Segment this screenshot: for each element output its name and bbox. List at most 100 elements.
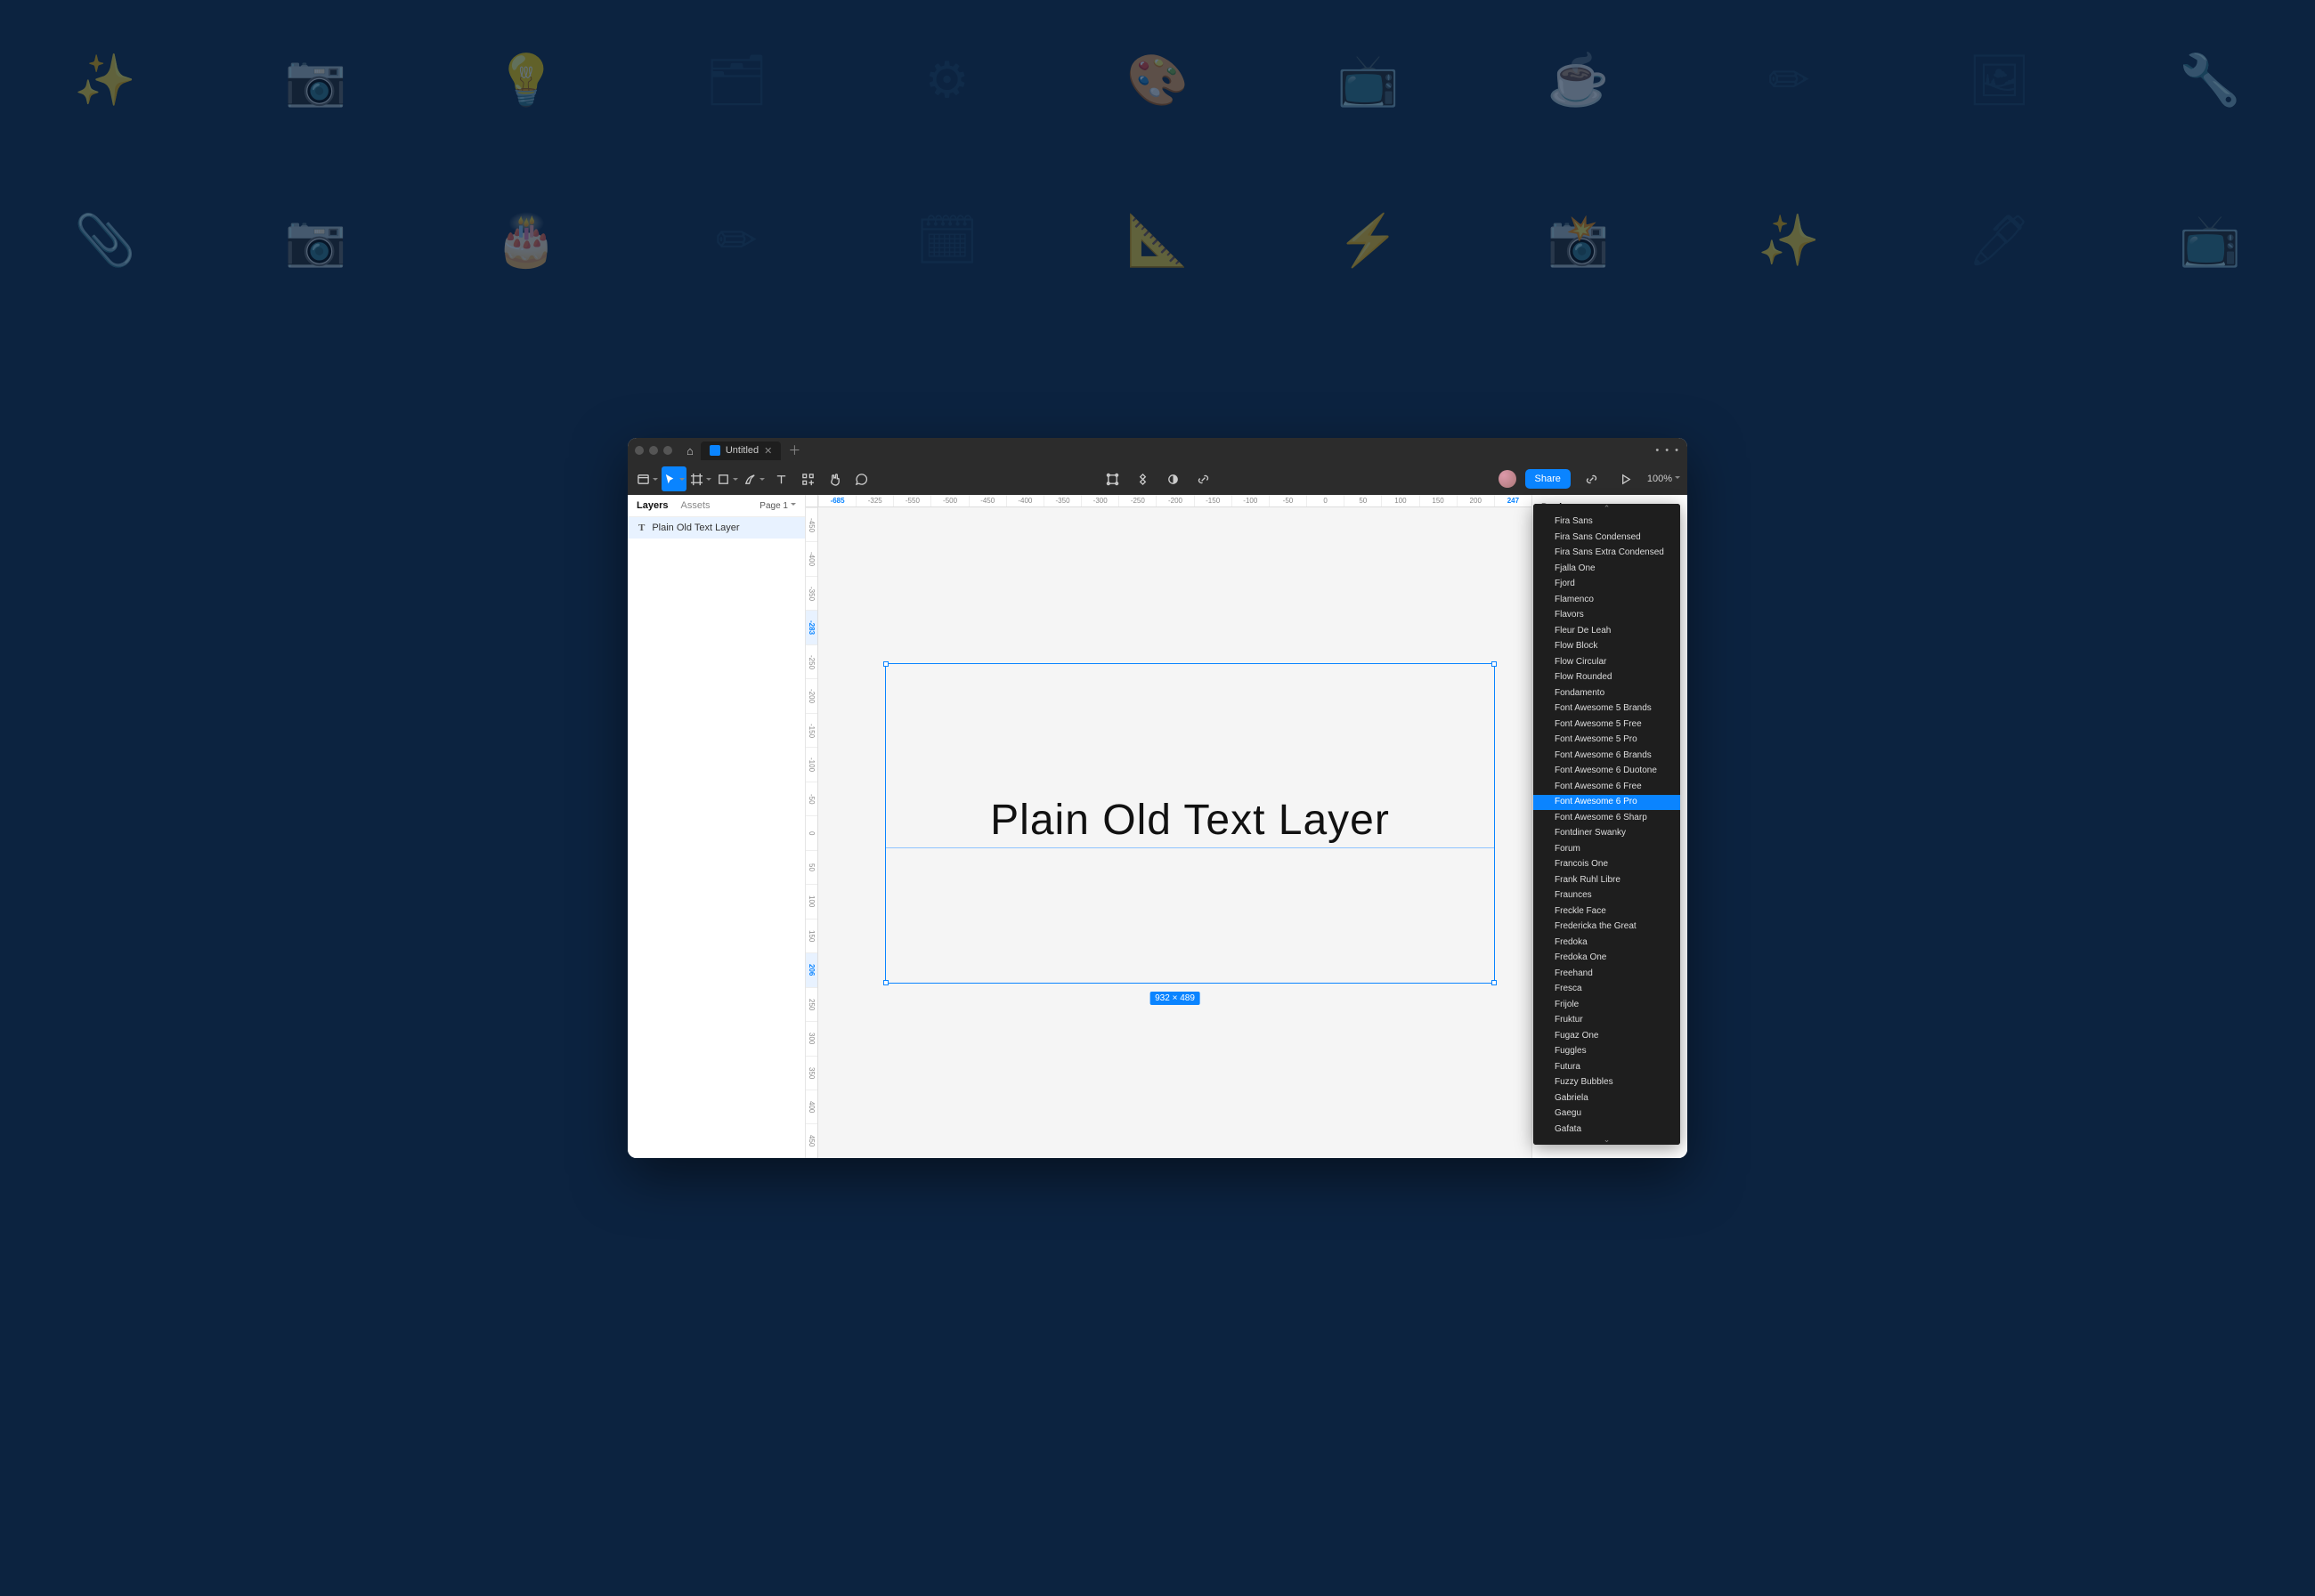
- ruler-tick: -100: [806, 747, 817, 781]
- page-selector[interactable]: Page 1: [759, 501, 796, 511]
- font-option[interactable]: Fredoka One: [1533, 951, 1680, 967]
- font-option[interactable]: Fredoka: [1533, 935, 1680, 951]
- handle-tl[interactable]: [883, 661, 889, 667]
- font-option[interactable]: Flow Circular: [1533, 654, 1680, 670]
- font-option[interactable]: Flamenco: [1533, 592, 1680, 608]
- present-icon[interactable]: [1613, 466, 1638, 491]
- handle-br[interactable]: [1491, 980, 1497, 985]
- text-tool[interactable]: [768, 466, 793, 491]
- zoom-dropdown[interactable]: 100%: [1647, 474, 1680, 484]
- share-button[interactable]: Share: [1525, 469, 1571, 489]
- tab-layers[interactable]: Layers: [637, 500, 668, 511]
- font-option[interactable]: Gaegu: [1533, 1106, 1680, 1122]
- font-dropdown[interactable]: ⌃ Fira SansFira Sans CondensedFira Sans …: [1533, 504, 1680, 1145]
- font-option[interactable]: Forum: [1533, 841, 1680, 857]
- font-option[interactable]: Fira Sans Extra Condensed: [1533, 546, 1680, 562]
- font-option[interactable]: Font Awesome 6 Sharp: [1533, 810, 1680, 826]
- hand-tool[interactable]: [822, 466, 847, 491]
- more-menu-icon[interactable]: • • •: [1655, 445, 1680, 456]
- ruler-tick: 400: [806, 1090, 817, 1123]
- edit-object-icon[interactable]: [1100, 466, 1125, 491]
- ruler-tick: 100: [806, 884, 817, 918]
- tab-assets[interactable]: Assets: [680, 500, 710, 511]
- pen-tool[interactable]: [742, 466, 767, 491]
- canvas-area[interactable]: -685-325-550-500-450-400-350-300-250-200…: [806, 495, 1531, 1158]
- ruler-tick: -450: [969, 495, 1006, 506]
- font-option[interactable]: Flow Block: [1533, 639, 1680, 655]
- font-option[interactable]: Fredericka the Great: [1533, 920, 1680, 936]
- font-option[interactable]: Frijole: [1533, 997, 1680, 1013]
- layer-item[interactable]: T Plain Old Text Layer: [628, 517, 805, 539]
- font-option[interactable]: Font Awesome 5 Free: [1533, 717, 1680, 733]
- handle-bl[interactable]: [883, 980, 889, 985]
- move-tool[interactable]: [662, 466, 686, 491]
- font-option[interactable]: Fira Sans: [1533, 514, 1680, 531]
- new-tab-button[interactable]: ＋: [788, 442, 800, 459]
- ruler-tick: -283: [806, 610, 817, 644]
- font-option[interactable]: Font Awesome 6 Brands: [1533, 748, 1680, 764]
- font-option[interactable]: Font Awesome 6 Duotone: [1533, 764, 1680, 780]
- selection-box[interactable]: Plain Old Text Layer: [885, 663, 1495, 984]
- font-list[interactable]: Fira SansFira Sans CondensedFira Sans Ex…: [1533, 514, 1680, 1134]
- mask-icon[interactable]: [1160, 466, 1185, 491]
- font-option[interactable]: Font Awesome 6 Pro: [1533, 795, 1680, 811]
- ruler-tick: -300: [1081, 495, 1118, 506]
- font-option[interactable]: Francois One: [1533, 857, 1680, 873]
- selection-dimensions: 932 × 489: [1149, 992, 1200, 1005]
- scroll-down-icon[interactable]: ⌄: [1533, 1134, 1680, 1145]
- font-option[interactable]: Fjalla One: [1533, 561, 1680, 577]
- font-option[interactable]: Frank Ruhl Libre: [1533, 872, 1680, 888]
- window-controls[interactable]: [635, 446, 672, 455]
- handle-tr[interactable]: [1491, 661, 1497, 667]
- component-icon[interactable]: [1130, 466, 1155, 491]
- resources-tool[interactable]: [795, 466, 820, 491]
- ruler-tick: -550: [893, 495, 930, 506]
- font-option[interactable]: Fondamento: [1533, 685, 1680, 701]
- font-option[interactable]: Freehand: [1533, 966, 1680, 982]
- font-option[interactable]: Freckle Face: [1533, 903, 1680, 920]
- font-option[interactable]: Fira Sans Condensed: [1533, 530, 1680, 546]
- ruler-tick: -450: [806, 507, 817, 541]
- font-option[interactable]: Fraunces: [1533, 888, 1680, 904]
- home-icon[interactable]: ⌂: [686, 444, 694, 458]
- ruler-tick: 0: [1306, 495, 1344, 506]
- link-icon[interactable]: [1190, 466, 1215, 491]
- font-option[interactable]: Fontdiner Swanky: [1533, 826, 1680, 842]
- ruler-tick: 247: [1494, 495, 1531, 506]
- font-option[interactable]: Fugaz One: [1533, 1028, 1680, 1044]
- font-option[interactable]: Fjord: [1533, 577, 1680, 593]
- frame-tool[interactable]: [688, 466, 713, 491]
- ruler-tick: -200: [806, 678, 817, 712]
- font-option[interactable]: Fresca: [1533, 982, 1680, 998]
- main-menu-button[interactable]: [635, 466, 660, 491]
- ruler-tick: -400: [1006, 495, 1044, 506]
- font-option[interactable]: Font Awesome 6 Free: [1533, 779, 1680, 795]
- scroll-up-icon[interactable]: ⌃: [1533, 504, 1680, 514]
- close-tab-icon[interactable]: ✕: [764, 445, 772, 457]
- font-option[interactable]: Font Awesome 5 Brands: [1533, 701, 1680, 717]
- font-option[interactable]: Fruktur: [1533, 1013, 1680, 1029]
- document-tab[interactable]: Untitled ✕: [701, 442, 782, 460]
- ruler-tick: 350: [806, 1056, 817, 1090]
- font-option[interactable]: Fuzzy Bubbles: [1533, 1075, 1680, 1091]
- user-avatar[interactable]: [1499, 470, 1516, 488]
- font-option[interactable]: Flow Rounded: [1533, 670, 1680, 686]
- ruler-tick: -685: [818, 495, 856, 506]
- ruler-tick: -325: [856, 495, 893, 506]
- ruler-tick: -100: [1231, 495, 1269, 506]
- app-window: ⌂ Untitled ✕ ＋ • • • Share 1: [628, 438, 1687, 1158]
- ruler-vertical: -450-400-350-283-250-200-150-100-5005010…: [806, 507, 818, 1158]
- shape-tool[interactable]: [715, 466, 740, 491]
- dev-mode-icon[interactable]: [1580, 466, 1604, 491]
- font-option[interactable]: Font Awesome 5 Pro: [1533, 733, 1680, 749]
- font-option[interactable]: Gabriela: [1533, 1090, 1680, 1106]
- font-option[interactable]: Flavors: [1533, 608, 1680, 624]
- font-option[interactable]: Fuggles: [1533, 1044, 1680, 1060]
- canvas[interactable]: Plain Old Text Layer 932 × 489: [818, 507, 1531, 1158]
- font-option[interactable]: Futura: [1533, 1059, 1680, 1075]
- font-option[interactable]: Fleur De Leah: [1533, 623, 1680, 639]
- ruler-tick: 0: [806, 815, 817, 849]
- canvas-text[interactable]: Plain Old Text Layer: [886, 796, 1494, 845]
- font-option[interactable]: Gafata: [1533, 1122, 1680, 1134]
- comment-tool[interactable]: [849, 466, 873, 491]
